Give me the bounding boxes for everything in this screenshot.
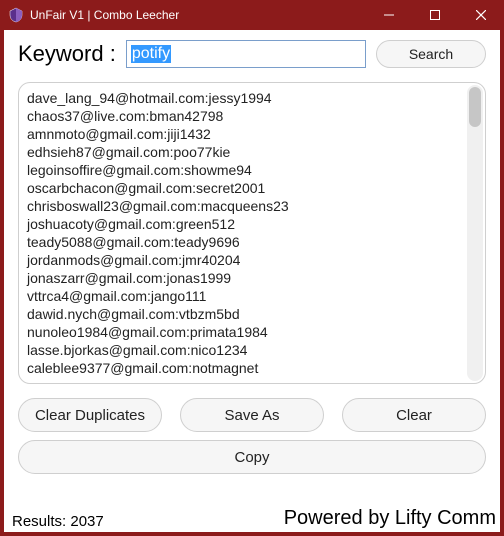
titlebar[interactable]: UnFair V1 | Combo Leecher (0, 0, 504, 30)
result-line: jonaszarr@gmail.com:jonas1999 (27, 269, 477, 287)
scrollbar-track[interactable] (467, 85, 483, 381)
action-row: Clear Duplicates Save As Clear (4, 384, 500, 440)
result-line: teady5088@gmail.com:teady9696 (27, 233, 477, 251)
clear-label: Clear (396, 407, 432, 424)
keyword-label: Keyword : (18, 41, 116, 67)
copy-button[interactable]: Copy (18, 440, 486, 474)
result-line: chaos37@live.com:bman42798 (27, 107, 477, 125)
result-line: oscarbchacon@gmail.com:secret2001 (27, 179, 477, 197)
client-area: Keyword : potify Search dave_lang_94@hot… (4, 30, 500, 532)
search-button[interactable]: Search (376, 40, 486, 68)
clear-duplicates-label: Clear Duplicates (35, 407, 145, 424)
app-window: UnFair V1 | Combo Leecher Keyword : poti… (0, 0, 504, 536)
result-line: amnmoto@gmail.com:jiji1432 (27, 125, 477, 143)
keyword-value: potify (131, 45, 171, 63)
result-line: lasse.bjorkas@gmail.com:nico1234 (27, 341, 477, 359)
clear-button[interactable]: Clear (342, 398, 486, 432)
result-line: caleblee9377@gmail.com:notmagnet (27, 359, 477, 377)
app-icon (8, 7, 24, 23)
result-line: edhsieh87@gmail.com:poo77kie (27, 143, 477, 161)
results-number: 2037 (70, 513, 103, 530)
window-title: UnFair V1 | Combo Leecher (30, 8, 179, 22)
search-row: Keyword : potify Search (4, 40, 500, 68)
copy-row: Copy (4, 440, 500, 484)
result-line: dave_lang_94@hotmail.com:jessy1994 (27, 89, 477, 107)
minimize-button[interactable] (366, 0, 412, 30)
keyword-input[interactable]: potify (126, 40, 366, 68)
results-label: Results: (12, 513, 70, 530)
results-textarea[interactable]: dave_lang_94@hotmail.com:jessy1994chaos3… (18, 82, 486, 384)
save-as-button[interactable]: Save As (180, 398, 324, 432)
status-bar: Results: 2037 Powered by Lifty Comm (4, 507, 500, 532)
result-line: vttrca4@gmail.com:jango111 (27, 287, 477, 305)
result-line: legoinsoffire@gmail.com:showme94 (27, 161, 477, 179)
scrollbar-thumb[interactable] (469, 87, 481, 127)
close-button[interactable] (458, 0, 504, 30)
clear-duplicates-button[interactable]: Clear Duplicates (18, 398, 162, 432)
result-line: joshuacoty@gmail.com:green512 (27, 215, 477, 233)
save-as-label: Save As (224, 407, 279, 424)
result-line: jordanmods@gmail.com:jmr40204 (27, 251, 477, 269)
maximize-button[interactable] (412, 0, 458, 30)
search-button-label: Search (409, 46, 453, 62)
results-content: dave_lang_94@hotmail.com:jessy1994chaos3… (19, 83, 485, 383)
copy-label: Copy (234, 449, 269, 466)
result-line: dawid.nych@gmail.com:vtbzm5bd (27, 305, 477, 323)
results-count: Results: 2037 (12, 513, 284, 530)
result-line: chrisboswall23@gmail.com:macqueens23 (27, 197, 477, 215)
result-line: nunoleo1984@gmail.com:primata1984 (27, 323, 477, 341)
powered-by: Powered by Lifty Comm (284, 507, 496, 530)
